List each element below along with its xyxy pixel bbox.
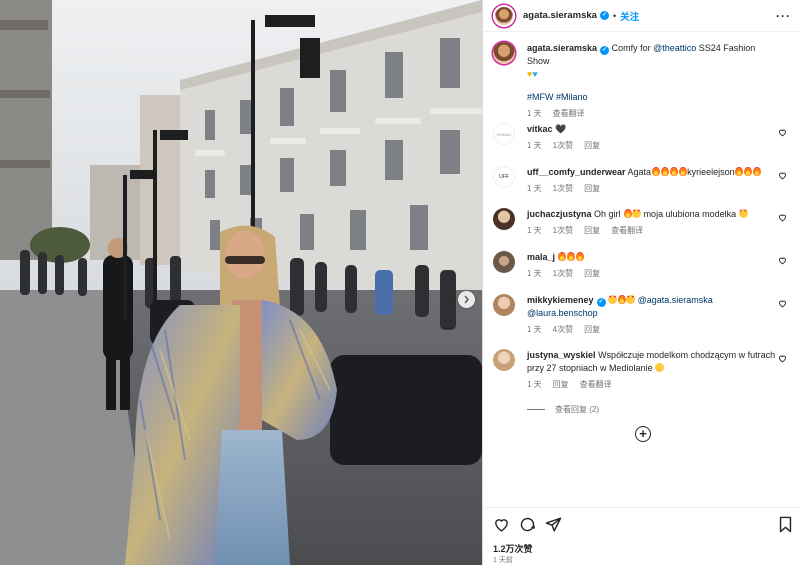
fire-icon <box>567 252 576 261</box>
verified-badge-icon: ✓ <box>599 11 609 20</box>
blue-heart-icon: ♥ <box>532 69 538 79</box>
comment-username[interactable]: mikkykiemeney <box>527 295 594 305</box>
separator-dot: • <box>612 10 617 21</box>
comments-list[interactable]: agata.sieramska ✓ Comfy for @theattico SS… <box>483 32 800 507</box>
verified-badge-icon: ✓ <box>596 298 606 307</box>
fire-icon <box>753 167 762 176</box>
comment-time: 1 天 <box>527 226 542 235</box>
save-button[interactable] <box>778 516 793 535</box>
post-time: 1 天前 <box>493 557 513 564</box>
like-comment-heart-icon[interactable] <box>778 213 787 222</box>
comment-time: 1 天 <box>527 269 542 278</box>
reply-button[interactable]: 回复 <box>584 184 600 193</box>
fire-icon <box>669 167 678 176</box>
comment-username[interactable]: mala_j <box>527 252 555 262</box>
send-icon <box>545 517 562 532</box>
fire-icon <box>678 167 687 176</box>
comment-text-end: kyrieelejson <box>687 167 735 177</box>
comment-icon <box>520 517 535 532</box>
comment-username[interactable]: juchaczjustyna <box>527 209 592 219</box>
fire-icon <box>623 209 632 218</box>
heart-eyes-icon <box>608 295 618 304</box>
bookmark-icon <box>779 516 792 533</box>
caption-hashtags[interactable]: #MFW #Milano <box>527 92 588 102</box>
caption-text: Comfy for <box>611 43 654 53</box>
fire-icon <box>558 252 567 261</box>
post-header: agata.sieramska ✓ • 关注 ··· <box>483 0 800 32</box>
avatar[interactable] <box>493 349 515 371</box>
post-actions: 1.2万次赞 1 天前 <box>483 507 800 565</box>
post-side-panel: agata.sieramska ✓ • 关注 ··· agata.sierams… <box>482 0 800 565</box>
like-comment-heart-icon[interactable] <box>778 354 787 363</box>
carousel-next-button[interactable] <box>458 291 475 308</box>
likes-count[interactable]: 1.2万次赞 <box>493 542 533 555</box>
comment-text-end: moja ulubiona modelka <box>641 209 739 219</box>
avatar[interactable] <box>493 294 515 316</box>
reply-button[interactable]: 回复 <box>584 269 600 278</box>
comment-likes[interactable]: 1次赞 <box>553 269 573 278</box>
fire-icon <box>735 167 744 176</box>
comment-mention[interactable]: @agata.sieramska <box>638 295 713 305</box>
reply-button[interactable]: 回复 <box>584 141 600 150</box>
like-comment-heart-icon[interactable] <box>778 256 787 265</box>
caption-time: 1 天 <box>527 109 542 118</box>
more-options-icon[interactable]: ··· <box>776 9 791 23</box>
chevron-right-icon <box>464 295 469 304</box>
avatar[interactable]: UFF <box>493 166 515 188</box>
like-button[interactable] <box>493 516 510 535</box>
comment-likes[interactable]: 4次赞 <box>553 325 573 334</box>
avatar[interactable] <box>493 251 515 273</box>
avatar[interactable]: VINKAC <box>493 123 515 145</box>
comment-mention[interactable]: @laura.benschop <box>527 308 598 318</box>
comment-time: 1 天 <box>527 141 542 150</box>
fire-icon <box>651 167 660 176</box>
sad-face-icon <box>655 363 665 372</box>
comment-time: 1 天 <box>527 325 542 334</box>
heart-eyes-icon <box>738 209 748 218</box>
like-comment-heart-icon[interactable] <box>778 128 787 137</box>
comment-button[interactable] <box>519 516 536 535</box>
comment-username[interactable]: vitkac <box>527 124 553 134</box>
load-more-comments-button[interactable]: + <box>635 426 651 442</box>
avatar[interactable] <box>493 208 515 230</box>
share-button[interactable] <box>545 516 562 535</box>
view-replies-button[interactable]: 查看回复 (2) <box>527 403 777 416</box>
comment-likes[interactable]: 1次赞 <box>553 184 573 193</box>
fire-icon <box>660 167 669 176</box>
black-heart-icon: 🖤 <box>555 124 567 134</box>
fire-icon <box>576 252 585 261</box>
comment-username[interactable]: uff__comfy_underwear <box>527 167 626 177</box>
comment-text: Oh girl <box>594 209 624 219</box>
like-comment-heart-icon[interactable] <box>778 299 787 308</box>
reply-button[interactable]: 回复 <box>584 226 600 235</box>
heart-icon <box>495 519 508 532</box>
fire-icon <box>744 167 753 176</box>
like-comment-heart-icon[interactable] <box>778 171 787 180</box>
comment-time: 1 天 <box>527 380 542 389</box>
heart-eyes-icon <box>626 295 636 304</box>
street-photo-illustration <box>0 0 482 565</box>
translate-link[interactable]: 查看翻译 <box>611 226 643 235</box>
comment-likes[interactable]: 1次赞 <box>553 141 573 150</box>
caption-mention[interactable]: @theattico <box>653 43 696 53</box>
author-username[interactable]: agata.sieramska <box>523 10 597 21</box>
comment-text: Agata <box>627 167 652 177</box>
reply-button[interactable]: 回复 <box>553 380 569 389</box>
translate-link[interactable]: 查看翻译 <box>580 380 612 389</box>
comment-likes[interactable]: 1次赞 <box>553 226 573 235</box>
post-photo[interactable] <box>0 0 482 565</box>
avatar[interactable] <box>493 42 515 64</box>
comment-username[interactable]: justyna_wyskiel <box>527 350 596 360</box>
reply-button[interactable]: 回复 <box>584 325 600 334</box>
heart-eyes-icon <box>632 209 642 218</box>
add-circle-icon: + <box>639 426 647 441</box>
caption-author[interactable]: agata.sieramska <box>527 43 597 53</box>
verified-badge-icon: ✓ <box>600 46 610 55</box>
translate-link[interactable]: 查看翻译 <box>553 109 585 118</box>
comment-time: 1 天 <box>527 184 542 193</box>
fire-icon <box>617 295 626 304</box>
follow-button[interactable]: 关注 <box>620 9 639 23</box>
author-avatar[interactable] <box>493 4 515 27</box>
